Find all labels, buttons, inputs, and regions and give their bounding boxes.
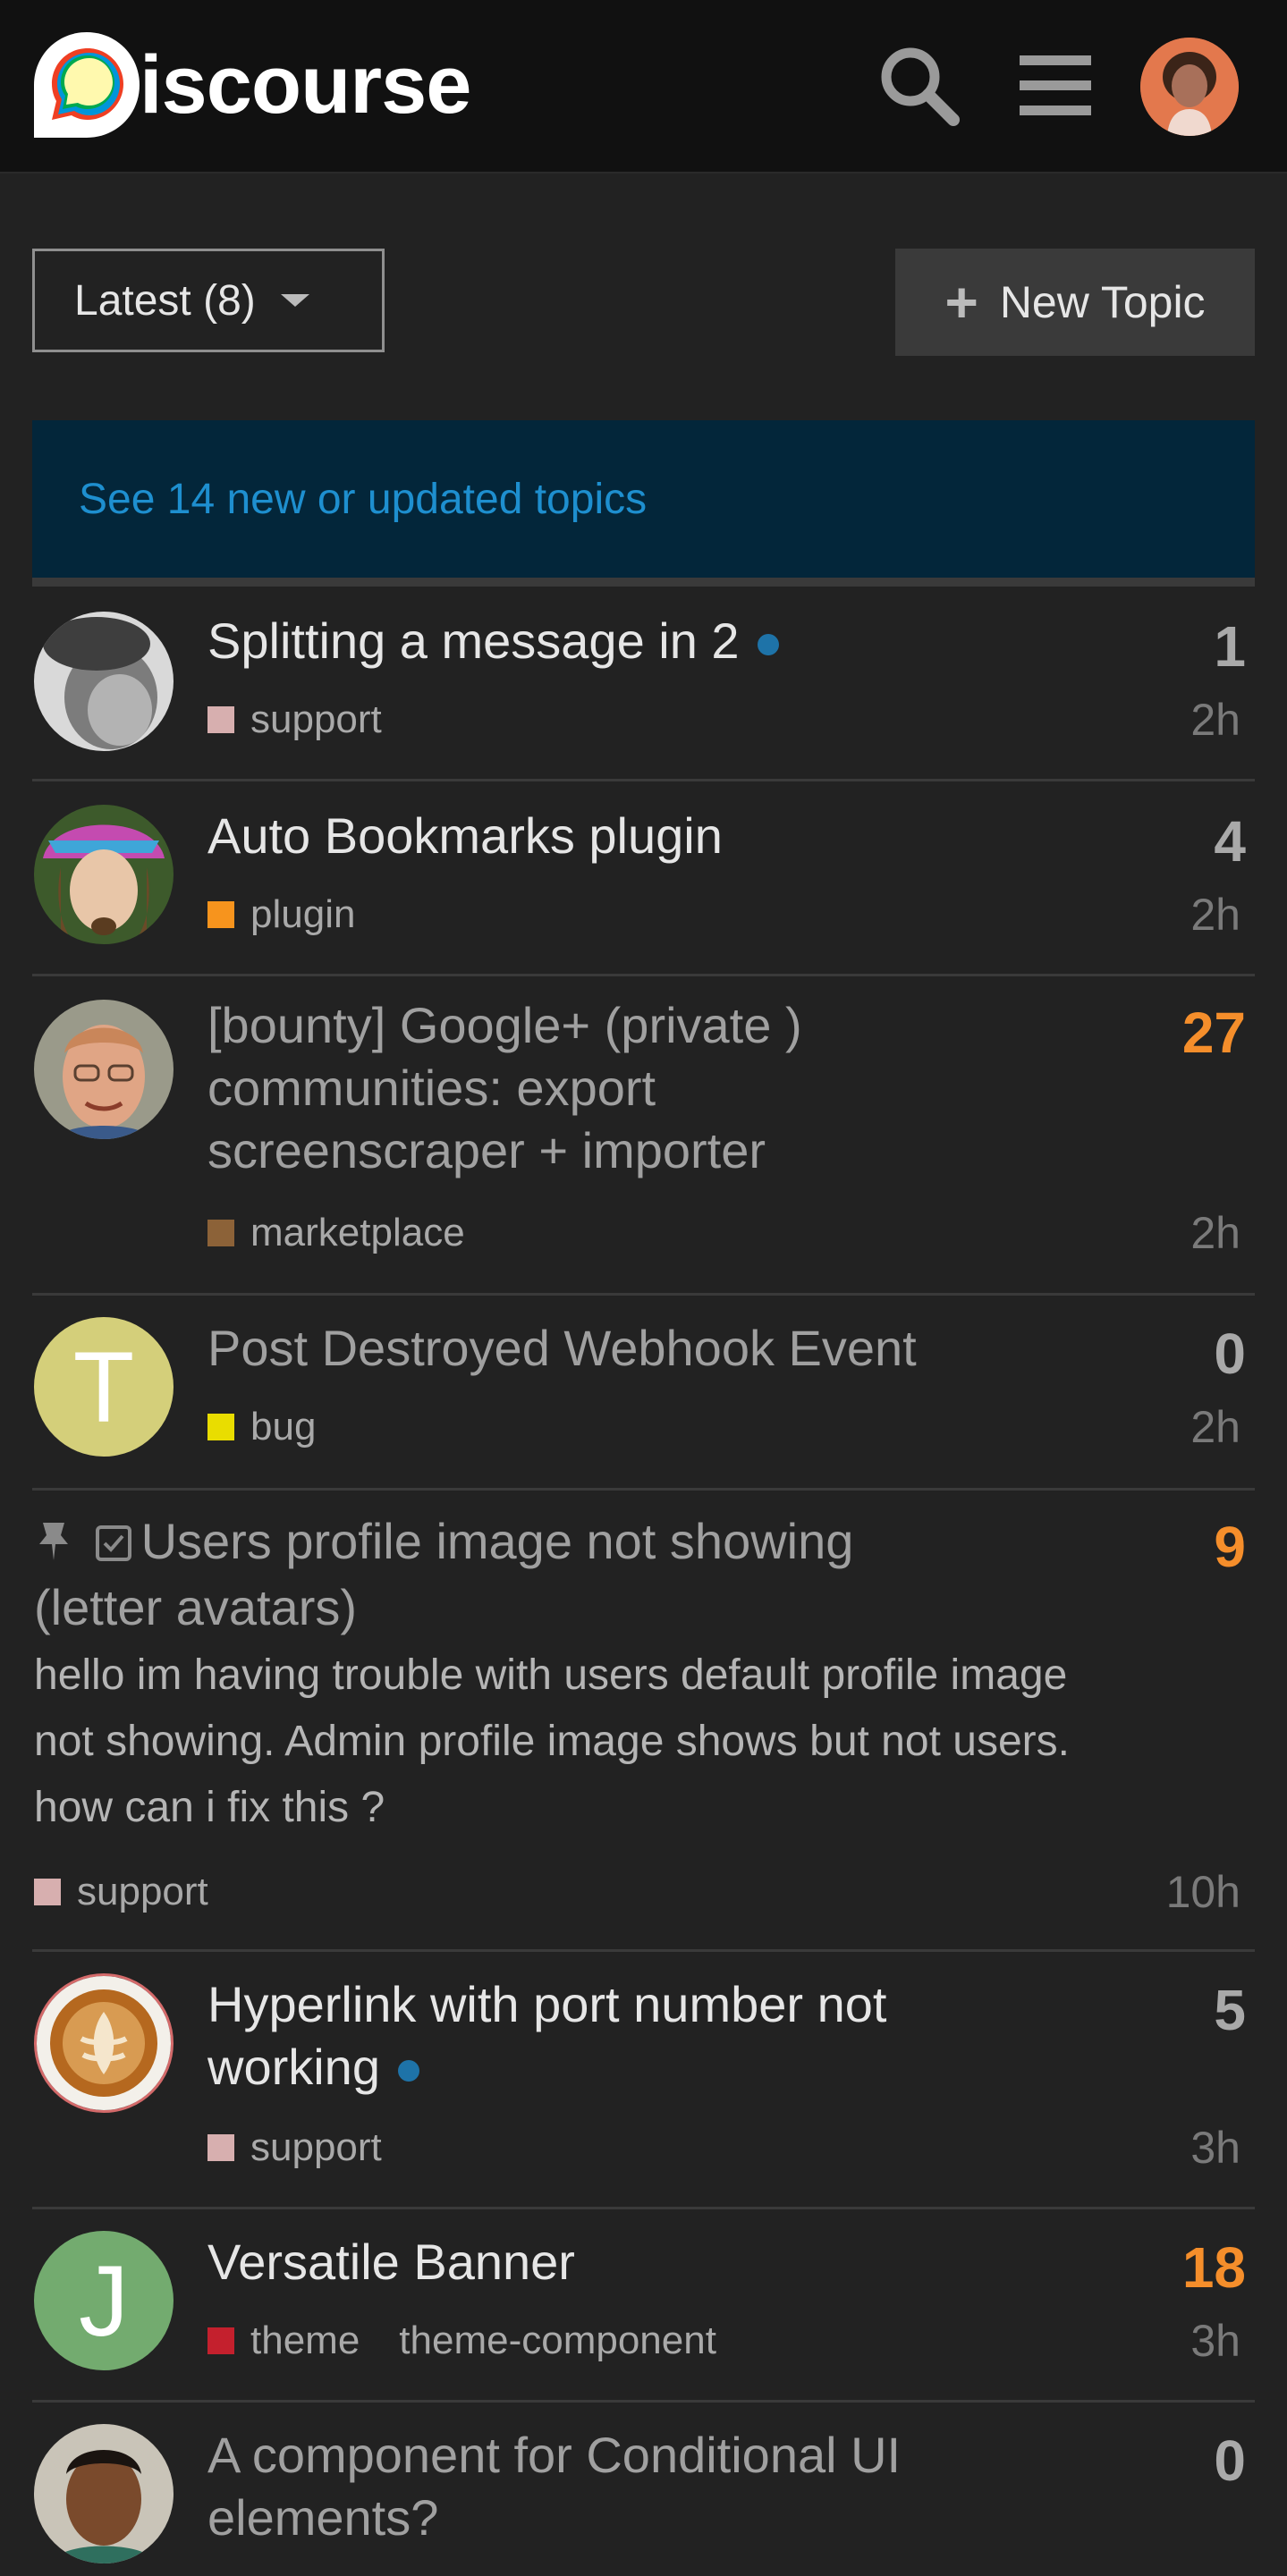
category-color-swatch bbox=[34, 1879, 61, 1905]
category-badge[interactable]: support bbox=[207, 697, 382, 742]
category-badge[interactable]: marketplace bbox=[207, 1211, 465, 1255]
topic-tag[interactable]: theme-component bbox=[399, 2318, 716, 2363]
new-topics-alert-text[interactable]: See 14 new or updated topics bbox=[79, 475, 647, 524]
topic-title-line[interactable]: communities: export bbox=[207, 1057, 802, 1119]
topic-title[interactable]: A component for Conditional UI elements? bbox=[207, 2424, 901, 2549]
unread-indicator bbox=[397, 2060, 419, 2082]
reply-count[interactable]: 9 bbox=[1214, 1514, 1246, 1580]
topic-row[interactable]: [bounty] Google+ (private ) communities:… bbox=[32, 976, 1255, 1296]
avatar[interactable]: T bbox=[34, 1317, 174, 1457]
category-name[interactable]: support bbox=[250, 2125, 382, 2170]
topic-title[interactable]: [bounty] Google+ (private ) communities:… bbox=[207, 994, 802, 1182]
topic-title-line[interactable]: working bbox=[207, 2039, 380, 2095]
topic-row[interactable]: T Post Destroyed Webhook Event bug 0 2h bbox=[32, 1296, 1255, 1491]
topic-row[interactable]: J Versatile Banner theme theme-component … bbox=[32, 2209, 1255, 2403]
excerpt-line: how can i fix this ? bbox=[34, 1784, 385, 1831]
category-name[interactable]: theme bbox=[250, 2318, 360, 2363]
category-badge[interactable]: support bbox=[34, 1870, 208, 1914]
reply-count[interactable]: 18 bbox=[1182, 2234, 1246, 2301]
avatar-letter: T bbox=[72, 1330, 135, 1443]
reply-count[interactable]: 0 bbox=[1214, 2428, 1246, 2494]
excerpt-line: hello im having trouble with users defau… bbox=[34, 1651, 1068, 1699]
reply-count[interactable]: 5 bbox=[1214, 1977, 1246, 2043]
topic-title[interactable]: Users profile image not showing (letter … bbox=[34, 1510, 1143, 1639]
category-name[interactable]: plugin bbox=[250, 892, 355, 937]
category-badge[interactable]: support bbox=[207, 2125, 382, 2170]
checkbox-solved-icon bbox=[95, 1514, 132, 1576]
category-name[interactable]: bug bbox=[250, 1405, 316, 1449]
topic-title-line[interactable]: Hyperlink with port number not bbox=[207, 1973, 886, 2036]
topic-title-line[interactable]: elements? bbox=[207, 2487, 901, 2549]
activity-age[interactable]: 3h bbox=[1190, 2122, 1240, 2174]
site-logo[interactable]: iscourse bbox=[30, 27, 471, 143]
reply-count[interactable]: 1 bbox=[1214, 613, 1246, 680]
topic-excerpt[interactable]: hello im having trouble with users defau… bbox=[34, 1643, 1232, 1841]
category-color-swatch bbox=[207, 901, 234, 928]
search-icon[interactable] bbox=[875, 41, 964, 131]
avatar[interactable]: J bbox=[34, 2231, 174, 2370]
reply-count[interactable]: 27 bbox=[1182, 1000, 1246, 1066]
topic-title[interactable]: Versatile Banner bbox=[207, 2231, 575, 2293]
topic-row[interactable]: Users profile image not showing (letter … bbox=[32, 1491, 1255, 1952]
topic-title-line[interactable]: screenscraper + importer bbox=[207, 1119, 802, 1182]
topic-title-line[interactable]: (letter avatars) bbox=[34, 1576, 1143, 1639]
category-color-swatch bbox=[207, 2327, 234, 2354]
plus-icon: + bbox=[944, 270, 978, 334]
category-name[interactable]: marketplace bbox=[250, 1211, 465, 1255]
caret-down-icon bbox=[280, 294, 309, 307]
category-badge[interactable]: bug bbox=[207, 1405, 316, 1449]
list-top-border bbox=[32, 578, 1255, 587]
unread-indicator bbox=[757, 634, 779, 656]
activity-age[interactable]: 2h bbox=[1190, 694, 1240, 746]
reply-count[interactable]: 0 bbox=[1214, 1321, 1246, 1387]
topic-title-line[interactable]: Users profile image not showing bbox=[141, 1513, 854, 1569]
avatar[interactable] bbox=[34, 2424, 174, 2563]
logo-text: iscourse bbox=[140, 38, 471, 131]
avatar[interactable] bbox=[34, 1000, 174, 1139]
category-name[interactable]: support bbox=[77, 1870, 208, 1914]
activity-age[interactable]: 2h bbox=[1190, 1401, 1240, 1453]
activity-age[interactable]: 10h bbox=[1166, 1866, 1240, 1918]
category-name[interactable]: support bbox=[250, 697, 382, 742]
topic-title-text[interactable]: Splitting a message in 2 bbox=[207, 612, 740, 669]
topic-title[interactable]: Hyperlink with port number not working bbox=[207, 1973, 886, 2099]
topic-title[interactable]: Splitting a message in 2 bbox=[207, 610, 779, 672]
topic-title[interactable]: Auto Bookmarks plugin bbox=[207, 805, 723, 867]
topic-row[interactable]: Splitting a message in 2 support 1 2h bbox=[32, 587, 1255, 781]
site-header: iscourse bbox=[0, 0, 1287, 173]
latest-filter-label: Latest (8) bbox=[74, 276, 256, 325]
category-badge[interactable]: theme theme-component bbox=[207, 2318, 716, 2363]
topic-title-line[interactable]: A component for Conditional UI bbox=[207, 2424, 901, 2487]
topic-title[interactable]: Post Destroyed Webhook Event bbox=[207, 1317, 917, 1380]
avatar[interactable] bbox=[34, 805, 174, 944]
current-user-avatar[interactable] bbox=[1140, 38, 1239, 136]
category-color-swatch bbox=[207, 1414, 234, 1440]
category-color-swatch bbox=[207, 706, 234, 733]
topic-title-line[interactable]: [bounty] Google+ (private ) bbox=[207, 994, 802, 1057]
avatar-letter: J bbox=[79, 2244, 129, 2357]
topic-row[interactable]: Hyperlink with port number not working s… bbox=[32, 1952, 1255, 2209]
new-topic-button[interactable]: + New Topic bbox=[895, 249, 1255, 356]
category-color-swatch bbox=[207, 1220, 234, 1246]
topic-row[interactable]: A component for Conditional UI elements?… bbox=[32, 2403, 1255, 2576]
excerpt-line: not showing. Admin profile image shows b… bbox=[34, 1718, 1070, 1765]
avatar[interactable] bbox=[34, 1973, 174, 2113]
pin-icon bbox=[34, 1514, 73, 1576]
discourse-logo-icon bbox=[34, 32, 140, 138]
activity-age[interactable]: 3h bbox=[1190, 2315, 1240, 2367]
category-color-swatch bbox=[207, 2134, 234, 2161]
latest-filter-dropdown[interactable]: Latest (8) bbox=[32, 249, 385, 352]
topic-row[interactable]: Auto Bookmarks plugin plugin 4 2h bbox=[32, 781, 1255, 976]
avatar[interactable] bbox=[34, 612, 174, 751]
hamburger-menu-icon[interactable] bbox=[1011, 41, 1100, 131]
activity-age[interactable]: 2h bbox=[1190, 889, 1240, 941]
reply-count[interactable]: 4 bbox=[1214, 808, 1246, 874]
activity-age[interactable]: 2h bbox=[1190, 1207, 1240, 1259]
category-badge[interactable]: plugin bbox=[207, 892, 355, 937]
new-topic-label: New Topic bbox=[999, 277, 1206, 327]
new-topics-alert[interactable]: See 14 new or updated topics bbox=[32, 420, 1255, 578]
